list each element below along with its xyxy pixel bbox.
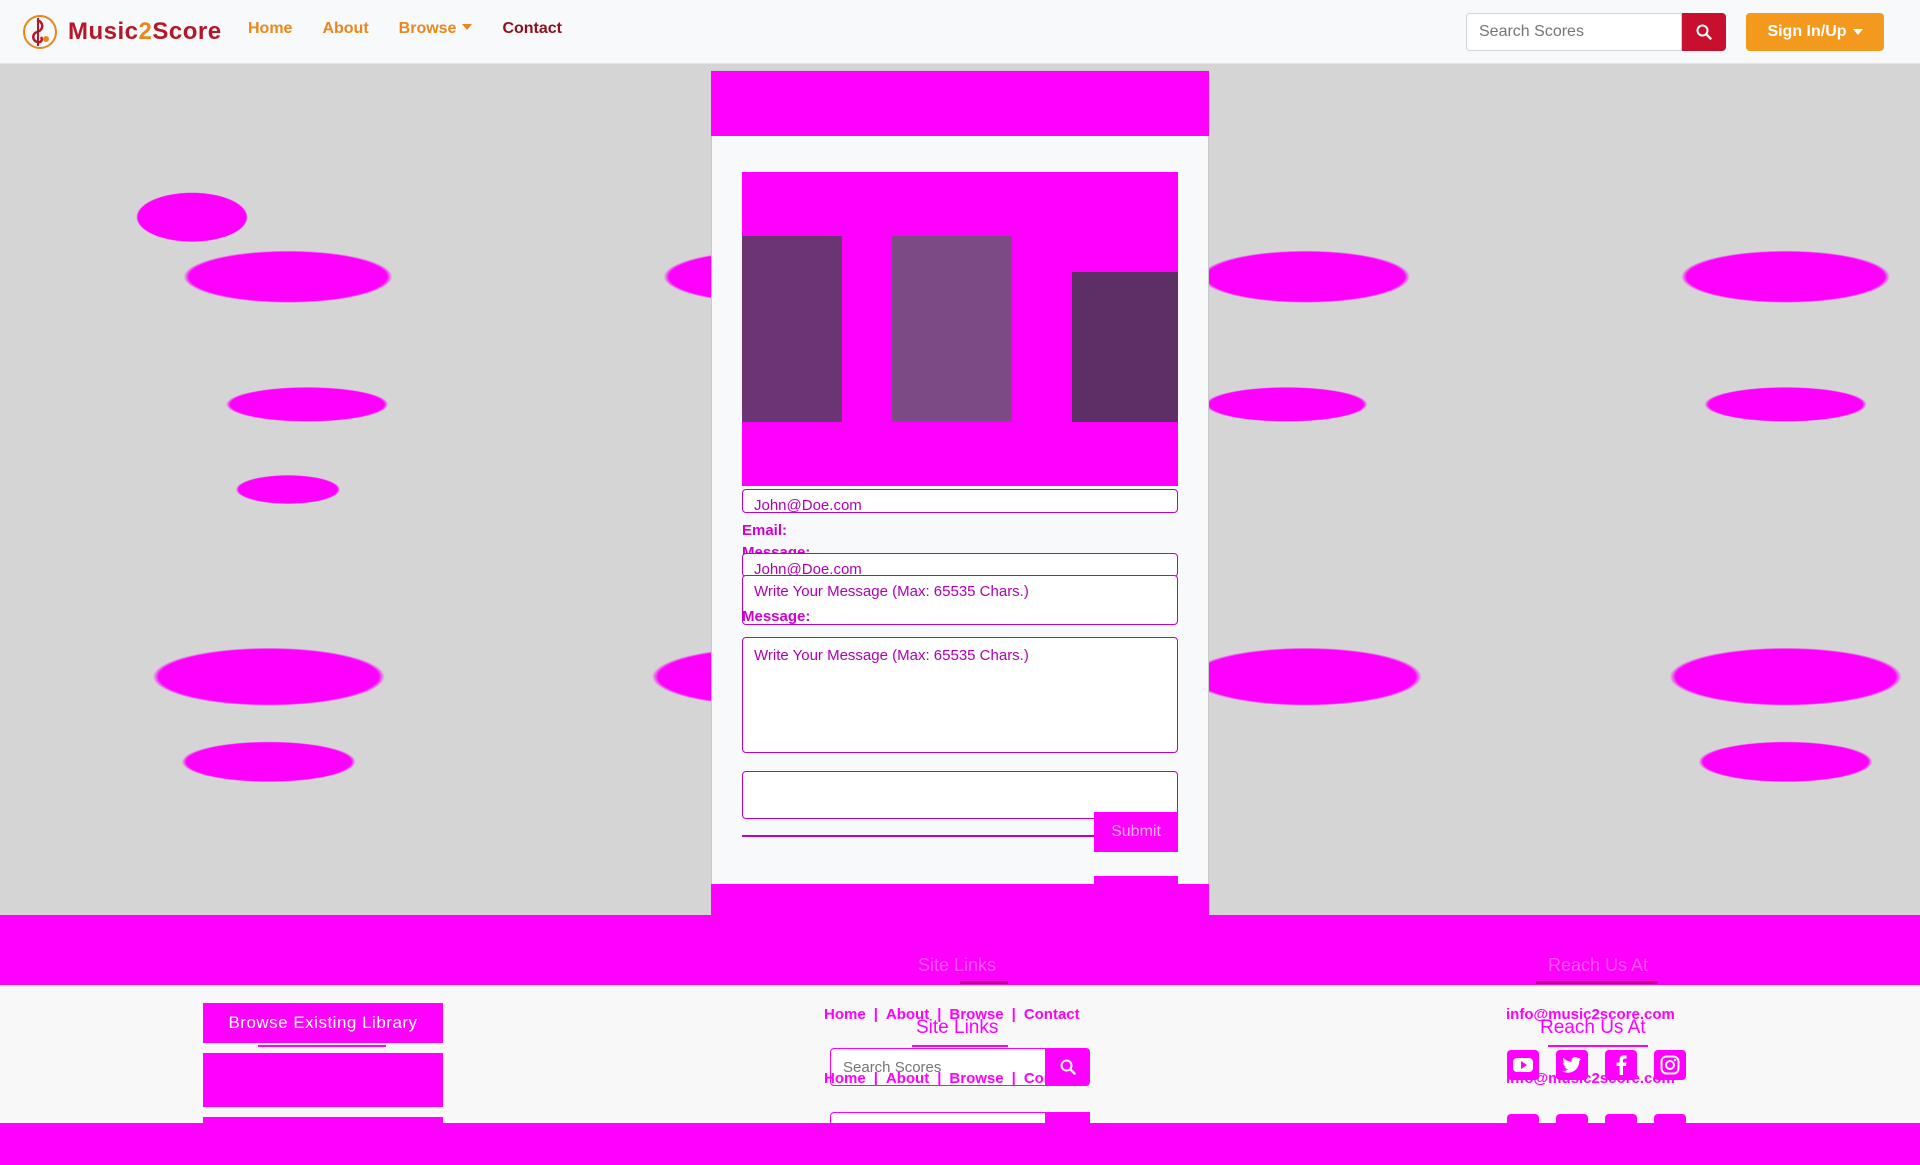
top-navbar: Music2Score Home About Browse Contact Si…	[0, 0, 1920, 64]
reach-us-heading: Reach Us At	[1540, 1017, 1646, 1038]
message-label: Message:	[742, 608, 811, 625]
message-placeholder: Write Your Message (Max: 65535 Chars.)	[754, 647, 1029, 664]
bottom-bar	[0, 1123, 1920, 1165]
search-icon	[1696, 24, 1712, 40]
nav-contact-link[interactable]: Contact	[502, 20, 562, 38]
chevron-down-icon	[462, 24, 473, 30]
contact-image	[742, 172, 1178, 486]
search-input[interactable]	[1466, 13, 1682, 51]
footer-button-secondary[interactable]	[203, 1053, 443, 1107]
card-header	[711, 71, 1209, 136]
music-logo-icon	[23, 15, 57, 49]
contact-card: John@Doe.com Email: Message: John@Doe.co…	[711, 70, 1209, 947]
search-button[interactable]	[1682, 13, 1726, 51]
browse-library-button[interactable]: Browse Existing Library	[203, 1003, 443, 1043]
site-links-heading: Site Links	[916, 1017, 999, 1038]
email-label: Email:	[742, 522, 788, 539]
band-heading-sitelinks: Site Links	[918, 955, 997, 975]
navbar-search	[1466, 13, 1726, 51]
submit-button[interactable]: Submit	[1094, 812, 1178, 852]
nav-about-link[interactable]: About	[322, 20, 368, 38]
footer-home-link[interactable]: Home	[824, 1006, 866, 1023]
signin-dropdown-button[interactable]: Sign In/Up	[1746, 13, 1884, 51]
brand-name: Music2Score	[68, 18, 222, 45]
email-value-ghost: John@Doe.com	[754, 497, 862, 514]
footer-links-bottom: Home | About | Browse | Contact	[824, 1070, 1080, 1087]
brand[interactable]: Music2Score	[20, 12, 222, 52]
footer-email-ghost: info@music2score.com	[1506, 1070, 1675, 1087]
chevron-down-icon	[1852, 29, 1863, 35]
footer-contact-link[interactable]: Contact	[1024, 1006, 1080, 1023]
footer-search-ghost	[830, 1112, 1090, 1123]
nav-links: Home About Browse Contact	[248, 20, 592, 38]
message-placeholder-ghost: Write Your Message (Max: 65535 Chars.)	[754, 583, 1029, 600]
footer-band: Site Links Reach Us At	[0, 915, 1920, 985]
nav-home-link[interactable]: Home	[248, 20, 292, 38]
band-heading-reach: Reach Us At	[1548, 955, 1649, 975]
nav-browse-dropdown[interactable]: Browse	[399, 20, 473, 38]
